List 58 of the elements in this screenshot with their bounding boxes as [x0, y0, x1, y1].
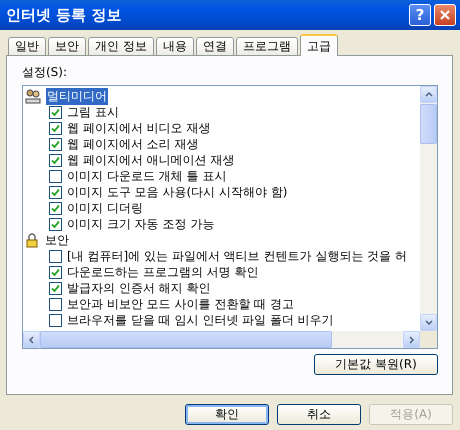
setting-label: 웹 페이지에서 비디오 재생 [67, 120, 210, 136]
chevron-right-icon [409, 336, 414, 344]
scroll-thumb[interactable] [420, 104, 437, 144]
scroll-down-button[interactable] [420, 314, 437, 331]
category-label[interactable]: 멀티미디어 [46, 88, 108, 104]
window-title: 인터넷 등록 정보 [6, 6, 122, 24]
checkbox[interactable] [49, 282, 62, 294]
tab[interactable]: 개인 정보 [88, 37, 154, 56]
checkbox[interactable] [49, 186, 62, 198]
setting-label: 발급자의 인증서 해지 확인 [67, 280, 210, 296]
scroll-right-button[interactable] [403, 331, 420, 348]
checkbox[interactable] [49, 122, 62, 134]
dialog-button[interactable]: 확인 [185, 404, 269, 425]
horizontal-scrollbar[interactable] [23, 331, 420, 348]
setting-label: [내 컴퓨터]에 있는 파일에서 액티브 컨텐트가 실행되는 것을 허 [67, 248, 407, 264]
close-icon [439, 9, 451, 21]
chevron-down-icon [424, 320, 432, 325]
tab[interactable]: 연결 [196, 37, 234, 56]
setting-label: 그림 표시 [67, 104, 119, 120]
setting-label: 이미지 디더링 [67, 200, 143, 216]
tab[interactable]: 고급 [300, 34, 338, 56]
scroll-thumb[interactable] [40, 331, 332, 348]
restore-defaults-button[interactable]: 기본값 복원(R) [314, 354, 438, 375]
dialog-button[interactable]: 취소 [277, 404, 361, 425]
tab[interactable]: 일반 [8, 37, 46, 56]
checkbox[interactable] [49, 266, 62, 278]
setting-label: 이미지 크기 자동 조정 가능 [67, 216, 214, 232]
tab[interactable]: 내용 [156, 37, 194, 56]
checkbox[interactable] [49, 298, 62, 310]
chevron-left-icon [29, 336, 34, 344]
checkbox[interactable] [49, 250, 62, 262]
checkbox[interactable] [49, 154, 62, 166]
people-icon [25, 88, 41, 104]
setting-label: 웹 페이지에서 소리 재생 [67, 136, 198, 152]
setting-label: 보안과 비보안 모드 사이를 전환할 때 경고 [67, 296, 294, 312]
category-label[interactable]: 보안 [44, 232, 70, 248]
setting-label: 다운로드하는 프로그램의 서명 확인 [67, 264, 258, 280]
scroll-left-button[interactable] [23, 331, 40, 348]
close-button[interactable] [434, 4, 456, 26]
settings-label: 설정(S): [22, 64, 68, 81]
vertical-scrollbar[interactable] [420, 86, 437, 331]
checkbox[interactable] [49, 138, 62, 150]
chevron-up-icon [424, 92, 432, 97]
setting-label: 이미지 다운로드 개체 틀 표시 [67, 168, 226, 184]
setting-label: 웹 페이지에서 애니메이션 재생 [67, 152, 234, 168]
help-button[interactable]: ? [409, 4, 431, 26]
scrollbar-corner [420, 331, 437, 348]
checkbox[interactable] [49, 218, 62, 230]
checkbox[interactable] [49, 170, 62, 182]
setting-label: 브라우저를 닫을 때 임시 인터넷 파일 폴더 비우기 [67, 312, 334, 328]
setting-label: 이미지 도구 모음 사용(다시 시작해야 함) [67, 184, 288, 200]
tab[interactable]: 프로그램 [236, 37, 298, 56]
tab[interactable]: 보안 [48, 37, 86, 56]
checkbox[interactable] [49, 314, 62, 326]
lock-icon [25, 232, 39, 248]
checkbox[interactable] [49, 106, 62, 118]
scroll-up-button[interactable] [420, 86, 437, 103]
checkbox[interactable] [49, 202, 62, 214]
